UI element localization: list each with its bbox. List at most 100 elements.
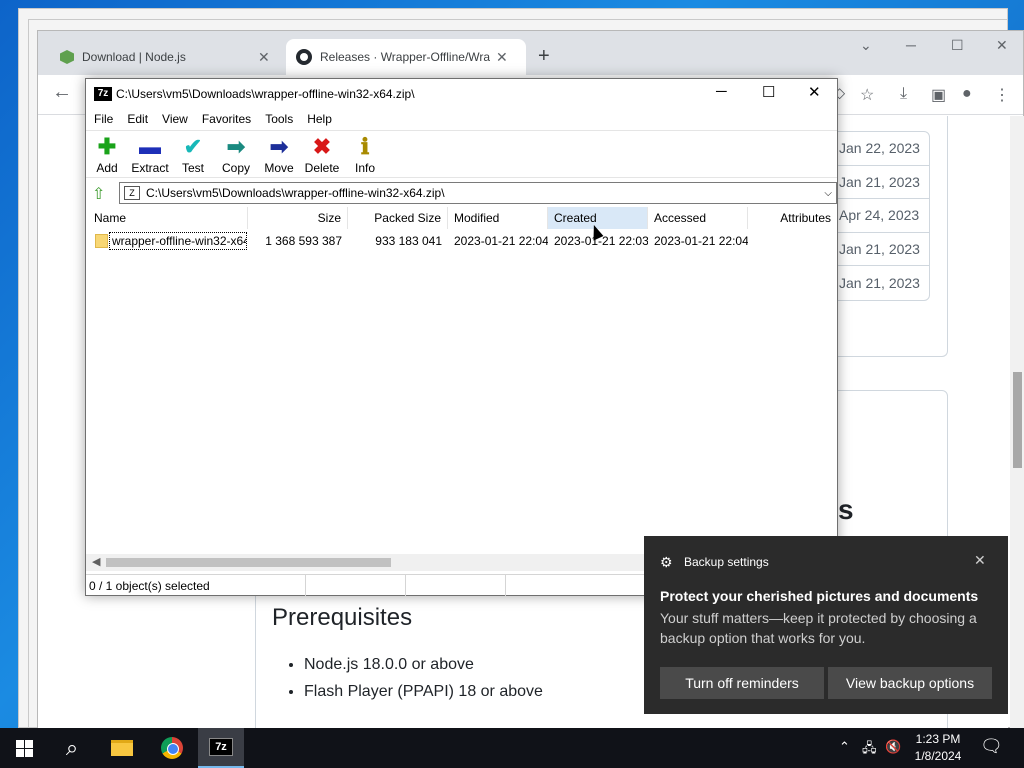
tab-title: Download | Node.js [82,50,186,64]
volume-muted-icon[interactable]: 🔇 [885,739,901,755]
readme-heading-fragment: s [838,494,854,525]
menu-view[interactable]: View [162,109,188,129]
github-icon [296,49,312,65]
file-modified-cell: 2023-01-21 22:04 [454,234,548,248]
add-label: Add [96,161,118,175]
add-button[interactable]: ✚ Add [86,135,128,176]
test-button[interactable]: ✔ Test [172,134,214,176]
copy-icon: ➡ [226,134,246,159]
chrome-tab-bar: Download | Node.js ✕ Releases · Wrapper-… [38,31,1023,75]
start-button[interactable] [0,728,48,768]
scrollbar-thumb[interactable] [1013,372,1022,468]
minimize-icon[interactable]: ─ [716,83,727,100]
action-center-icon[interactable]: 🗨 [980,736,1003,757]
close-tab-icon[interactable]: ✕ [496,49,508,66]
search-icon: ⌕ [65,735,79,760]
column-name[interactable]: Name [88,207,248,229]
extract-label: Extract [131,161,169,175]
archive-icon: Z [124,186,140,200]
turn-off-reminders-button[interactable]: Turn off reminders [660,667,824,699]
download-icon[interactable]: ⤓ [900,85,907,103]
file-accessed-cell: 2023-01-21 22:04 [654,234,748,248]
back-arrow-icon[interactable]: ← [52,81,72,104]
notification-title: Protect your cherished pictures and docu… [660,588,979,604]
maximize-icon[interactable]: ☐ [762,83,775,101]
side-panel-icon[interactable]: ▣ [931,85,946,105]
copy-label: Copy [221,161,250,175]
taskbar: ⌕ 7z ⌃ 🖧 🔇 1:23 PM 1/8/2024 🗨 [0,728,1024,768]
bookmark-star-icon[interactable]: ☆ [860,85,874,105]
menu-file[interactable]: File [94,109,113,129]
tab-title: Releases · Wrapper-Offline/Wrapper [320,50,490,64]
chevron-up-icon[interactable]: ⌃ [839,739,850,755]
notification-body: Your stuff matters—keep it protected by … [660,610,977,646]
extract-button[interactable]: ▬ Extract [129,134,171,176]
column-attributes[interactable]: Attributes [748,207,837,229]
tab-search-icon[interactable]: ⌄ [860,37,872,54]
selection-status: 0 / 1 object(s) selected [86,575,306,596]
7zip-taskbar-button[interactable]: 7z [198,728,244,768]
menu-favorites[interactable]: Favorites [202,109,251,129]
profile-avatar-icon[interactable]: ● [962,85,972,103]
close-tab-icon[interactable]: ✕ [258,49,270,66]
delete-button[interactable]: ✖ Delete [301,134,343,176]
page-scrollbar[interactable] [1010,116,1024,728]
notification-app-name: Backup settings [684,555,769,569]
file-name-cell[interactable]: wrapper-offline-win32-x64 [109,232,247,250]
menu-help[interactable]: Help [307,109,332,129]
7zip-app-icon: 7z [209,738,233,756]
title-bar[interactable]: 7z C:\Users\vm5\Downloads\wrapper-offlin… [86,79,837,109]
minimize-icon[interactable]: ─ [906,37,916,53]
address-bar: ⇧ Z C:\Users\vm5\Downloads\wrapper-offli… [86,181,837,205]
menu-tools[interactable]: Tools [265,109,293,129]
chevron-down-icon[interactable]: ⌵ [824,188,832,199]
prerequisites-heading: Prerequisites [272,604,413,631]
maximize-icon[interactable]: ☐ [951,37,964,54]
scroll-left-arrow-icon[interactable]: ◀ [92,555,100,568]
menu-edit[interactable]: Edit [127,109,148,129]
test-label: Test [181,161,204,175]
new-tab-button[interactable]: + [538,45,550,68]
move-button[interactable]: ➡ Move [258,135,300,176]
chrome-taskbar-button[interactable] [148,728,196,768]
status-panel [306,575,406,596]
folder-icon [95,234,108,248]
info-label: Info [354,161,375,175]
up-folder-icon[interactable]: ⇧ [92,184,105,204]
list-item: Node.js 18.0.0 or above [304,656,543,674]
info-button[interactable]: ℹ Info [344,135,386,176]
windows-logo-icon [15,739,33,757]
column-size[interactable]: Size [248,207,348,229]
test-icon: ✔ [183,134,203,159]
list-item: Flash Player (PPAPI) 18 or above [304,683,543,701]
prerequisites-list: Node.js 18.0.0 or above Flash Player (PP… [286,656,543,710]
7zip-app-icon: 7z [94,87,112,101]
tab-releases[interactable]: Releases · Wrapper-Offline/Wrapper ✕ [286,39,526,75]
copy-button[interactable]: ➡ Copy [215,134,257,176]
column-accessed[interactable]: Accessed [648,207,748,229]
delete-icon: ✖ [312,134,332,159]
7zip-window: 7z C:\Users\vm5\Downloads\wrapper-offlin… [85,78,838,596]
path-combobox[interactable]: Z C:\Users\vm5\Downloads\wrapper-offline… [119,182,837,204]
column-modified[interactable]: Modified [448,207,548,229]
close-icon[interactable]: ✕ [808,83,821,101]
scrollbar-thumb[interactable] [106,558,391,567]
clock-time[interactable]: 1:23 PM [905,732,971,746]
chrome-icon [161,737,183,759]
close-icon[interactable]: ✕ [996,37,1008,54]
more-menu-icon[interactable]: ⋮ [994,85,1010,105]
extract-icon: ▬ [139,134,161,159]
search-button[interactable]: ⌕ [48,728,96,768]
clock-date[interactable]: 1/8/2024 [905,749,971,763]
tab-nodejs[interactable]: Download | Node.js ✕ [50,39,290,75]
status-panel [506,575,646,596]
view-backup-options-button[interactable]: View backup options [828,667,992,699]
nodejs-icon [60,50,74,64]
status-panel [406,575,506,596]
network-icon[interactable]: 🖧 [862,739,877,761]
file-explorer-button[interactable] [98,728,146,768]
column-packed-size[interactable]: Packed Size [348,207,448,229]
close-icon[interactable]: ✕ [974,552,986,569]
folder-icon [111,740,133,756]
file-packed-size-cell: 933 183 041 [375,234,442,248]
